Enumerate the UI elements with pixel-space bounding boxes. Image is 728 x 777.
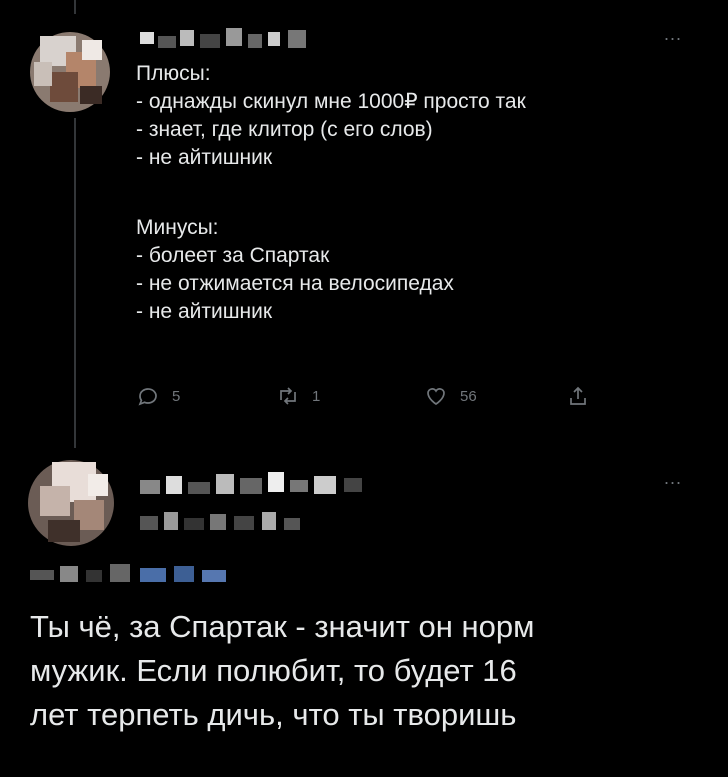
tweet-1-body: Плюсы: - однажды скинул мне 1000₽ просто…	[136, 60, 696, 326]
tweet-1-line: - однажды скинул мне 1000₽ просто так	[136, 90, 526, 113]
tweet-1-line: - не отжимается на велосипедах	[136, 272, 454, 295]
tweet-1-line: - не айтишник	[136, 300, 273, 323]
thread-line	[74, 118, 76, 448]
tweet-1-line: - не айтишник	[136, 146, 273, 169]
reply-icon	[138, 388, 157, 406]
tweet-1-line: - болеет за Спартак	[136, 244, 330, 267]
more-options-icon-2[interactable]: ...	[664, 468, 682, 489]
retweet-icon	[280, 387, 296, 405]
like-count: 56	[460, 387, 477, 405]
avatar-2[interactable]	[18, 450, 124, 556]
avatar-1[interactable]	[20, 22, 120, 122]
share-button[interactable]	[566, 384, 590, 408]
like-icon	[427, 388, 445, 406]
reply-button[interactable]: 5	[136, 384, 180, 408]
author-name-1[interactable]	[140, 26, 320, 50]
reply-to-2[interactable]	[30, 562, 230, 586]
author-name-2[interactable]	[140, 470, 380, 500]
author-handle-2	[140, 510, 310, 536]
tweet-2-body: Ты чё, за Спартак - значит он норм мужик…	[30, 605, 710, 737]
like-button[interactable]: 56	[424, 384, 477, 408]
tweet-1-line: - знает, где клитор (с его слов)	[136, 118, 433, 141]
tweet-2-line: лет терпеть дичь, что ты творишь	[30, 697, 517, 732]
reply-count: 5	[172, 387, 181, 405]
tweet-2-line: Ты чё, за Спартак - значит он норм	[30, 609, 535, 644]
tweet-2-line: мужик. Если полюбит, то будет 16	[30, 653, 517, 688]
tweet-1-actions: 5 1 56	[136, 384, 606, 414]
thread-line-top	[74, 0, 76, 14]
tweet-1-line: Минусы:	[136, 216, 219, 239]
more-options-icon-1[interactable]: ...	[664, 24, 682, 45]
retweet-count: 1	[312, 387, 321, 405]
tweet-1-line: Плюсы:	[136, 62, 211, 85]
retweet-button[interactable]: 1	[276, 384, 320, 408]
share-icon	[570, 386, 586, 405]
